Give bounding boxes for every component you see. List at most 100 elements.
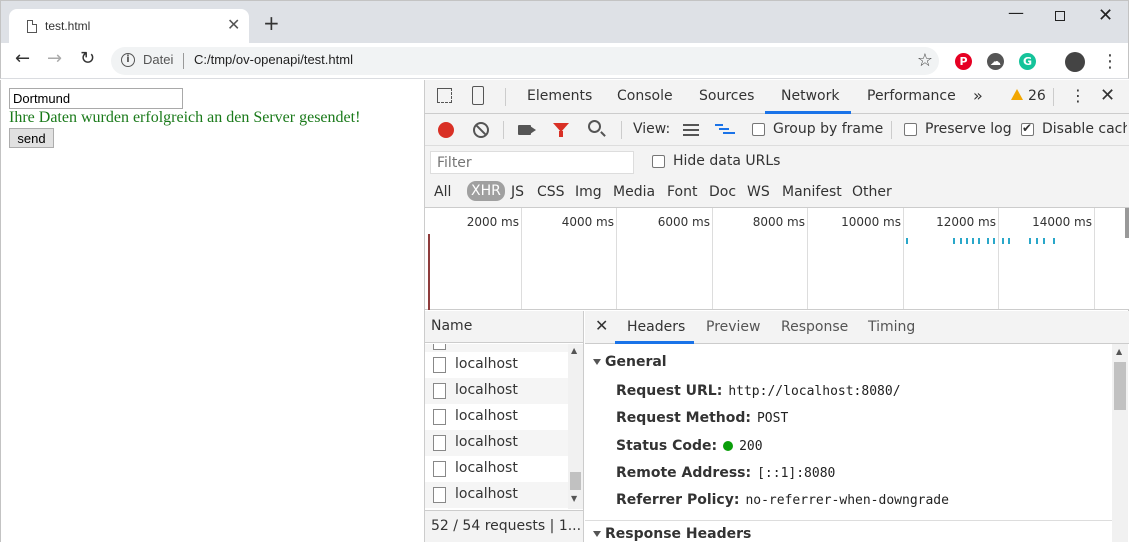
warning-icon[interactable] [1011, 89, 1023, 100]
network-overview-timeline[interactable]: 2000 ms 4000 ms 6000 ms 8000 ms 10000 ms… [425, 208, 1129, 310]
timeline-gridline [1094, 208, 1095, 309]
window-close-button[interactable]: ✕ [1098, 5, 1113, 26]
list-item[interactable]: localhost [425, 404, 568, 430]
type-doc[interactable]: Doc [709, 184, 736, 200]
group-by-frame-checkbox[interactable] [752, 123, 765, 136]
hide-data-urls-checkbox[interactable] [652, 155, 665, 168]
timeline-tick-label: 10000 ms [841, 215, 901, 229]
list-item[interactable]: localhost [425, 378, 568, 404]
send-button[interactable]: send [9, 128, 54, 148]
list-item[interactable] [425, 344, 568, 352]
bookmark-star-icon[interactable]: ☆ [917, 50, 933, 71]
detail-tab-bar: ✕ Headers Preview Response Timing [585, 311, 1129, 344]
header-row: Status Code: 200 [616, 438, 763, 454]
new-tab-button[interactable]: + [263, 13, 280, 33]
response-headers-title: Response Headers [605, 526, 752, 542]
device-toolbar-icon[interactable] [472, 86, 484, 105]
divider [585, 520, 1112, 521]
reload-icon[interactable]: ↻ [80, 50, 95, 68]
browser-tab[interactable]: test.html ✕ [9, 9, 249, 44]
tab-elements[interactable]: Elements [527, 88, 592, 104]
type-font[interactable]: Font [667, 184, 697, 200]
header-value: no-referrer-when-downgrade [745, 493, 949, 508]
grammarly-extension-icon[interactable]: G [1019, 53, 1036, 70]
pinterest-extension-icon[interactable]: P [955, 53, 972, 70]
request-marker [993, 238, 995, 244]
type-js[interactable]: JS [511, 184, 524, 200]
url-text[interactable]: C:/tmp/ov-openapi/test.html [194, 52, 353, 67]
tab-performance[interactable]: Performance [867, 88, 956, 104]
tab-timing[interactable]: Timing [868, 319, 915, 335]
timeline-scroll-handle[interactable] [1125, 208, 1129, 238]
type-media[interactable]: Media [613, 184, 655, 200]
file-icon [433, 383, 446, 399]
header-row: Referrer Policy: no-referrer-when-downgra… [616, 492, 949, 508]
type-ws[interactable]: WS [747, 184, 770, 200]
type-xhr[interactable]: XHR [467, 181, 505, 201]
minimize-button[interactable]: — [1006, 3, 1026, 22]
type-all[interactable]: All [434, 184, 451, 200]
tab-sources[interactable]: Sources [699, 88, 754, 104]
request-list-scrollbar[interactable]: ▲ ▼ [568, 344, 583, 509]
forward-arrow-icon[interactable]: → [47, 50, 62, 68]
preserve-log-checkbox[interactable] [904, 123, 917, 136]
filter-icon[interactable] [553, 123, 569, 137]
cloud-extension-icon[interactable]: ☁ [987, 53, 1004, 70]
waterfall-overview-icon[interactable] [715, 124, 735, 136]
request-marker [972, 238, 974, 244]
success-message: Ihre Daten wurden erfolgreich an den Ser… [9, 109, 361, 126]
maximize-button[interactable] [1055, 11, 1065, 21]
scroll-up-icon[interactable]: ▲ [571, 346, 577, 355]
large-rows-icon[interactable] [683, 124, 699, 136]
list-item[interactable]: localhost [425, 482, 568, 508]
browser-menu-icon[interactable]: ⋮ [1101, 51, 1119, 72]
devtools-panel: Elements Console Sources Network Perform… [424, 80, 1129, 542]
tab-preview[interactable]: Preview [706, 319, 761, 335]
header-row: Request URL: http://localhost:8080/ [616, 383, 901, 399]
filter-input[interactable] [430, 151, 634, 174]
scrollbar-thumb[interactable] [570, 472, 581, 490]
url-divider [183, 53, 184, 69]
tab-network[interactable]: Network [781, 88, 839, 104]
type-css[interactable]: CSS [537, 184, 565, 200]
address-bar[interactable]: i Datei C:/tmp/ov-openapi/test.html ☆ [111, 47, 939, 75]
back-arrow-icon[interactable]: ← [15, 50, 30, 68]
type-other[interactable]: Other [852, 184, 892, 200]
record-icon[interactable] [438, 122, 454, 138]
scroll-up-icon[interactable]: ▲ [1116, 347, 1122, 356]
list-item[interactable]: localhost [425, 430, 568, 456]
timeline-tick-label: 12000 ms [936, 215, 996, 229]
tab-close-icon[interactable]: ✕ [227, 15, 240, 34]
detail-scrollbar[interactable]: ▲ [1112, 344, 1128, 542]
browser-toolbar: ← → ↻ i Datei C:/tmp/ov-openapi/test.htm… [0, 43, 1129, 79]
name-column-header[interactable]: Name [425, 311, 583, 343]
header-value: [::1]:8080 [757, 466, 836, 481]
info-icon[interactable]: i [121, 53, 135, 67]
city-input[interactable] [9, 88, 183, 109]
disable-cache-checkbox[interactable] [1021, 121, 1034, 136]
list-item[interactable]: localhost [425, 456, 568, 482]
tab-console[interactable]: Console [617, 88, 673, 104]
tab-response[interactable]: Response [781, 319, 848, 335]
devtools-menu-icon[interactable]: ⋮ [1070, 86, 1086, 105]
search-icon[interactable] [588, 120, 601, 133]
inspect-element-icon[interactable] [437, 88, 452, 103]
profile-avatar[interactable] [1065, 52, 1085, 72]
type-manifest[interactable]: Manifest [782, 184, 842, 200]
general-section-header[interactable]: General [593, 354, 667, 370]
type-img[interactable]: Img [575, 184, 602, 200]
close-detail-icon[interactable]: ✕ [595, 316, 608, 335]
tab-headers[interactable]: Headers [627, 319, 685, 335]
scrollbar-thumb[interactable] [1114, 362, 1126, 410]
request-name: localhost [455, 356, 518, 372]
request-detail-pane: ✕ Headers Preview Response Timing Genera… [585, 311, 1129, 542]
devtools-close-icon[interactable]: ✕ [1100, 85, 1115, 106]
more-tabs-icon[interactable]: » [973, 86, 983, 105]
request-marker [1043, 238, 1045, 244]
warning-count[interactable]: 26 [1028, 88, 1046, 104]
screenshot-camera-icon[interactable] [518, 125, 531, 135]
response-headers-section-header[interactable]: Response Headers [593, 526, 751, 542]
list-item[interactable]: localhost [425, 352, 568, 378]
scroll-down-icon[interactable]: ▼ [571, 494, 577, 503]
clear-icon[interactable] [473, 122, 489, 138]
